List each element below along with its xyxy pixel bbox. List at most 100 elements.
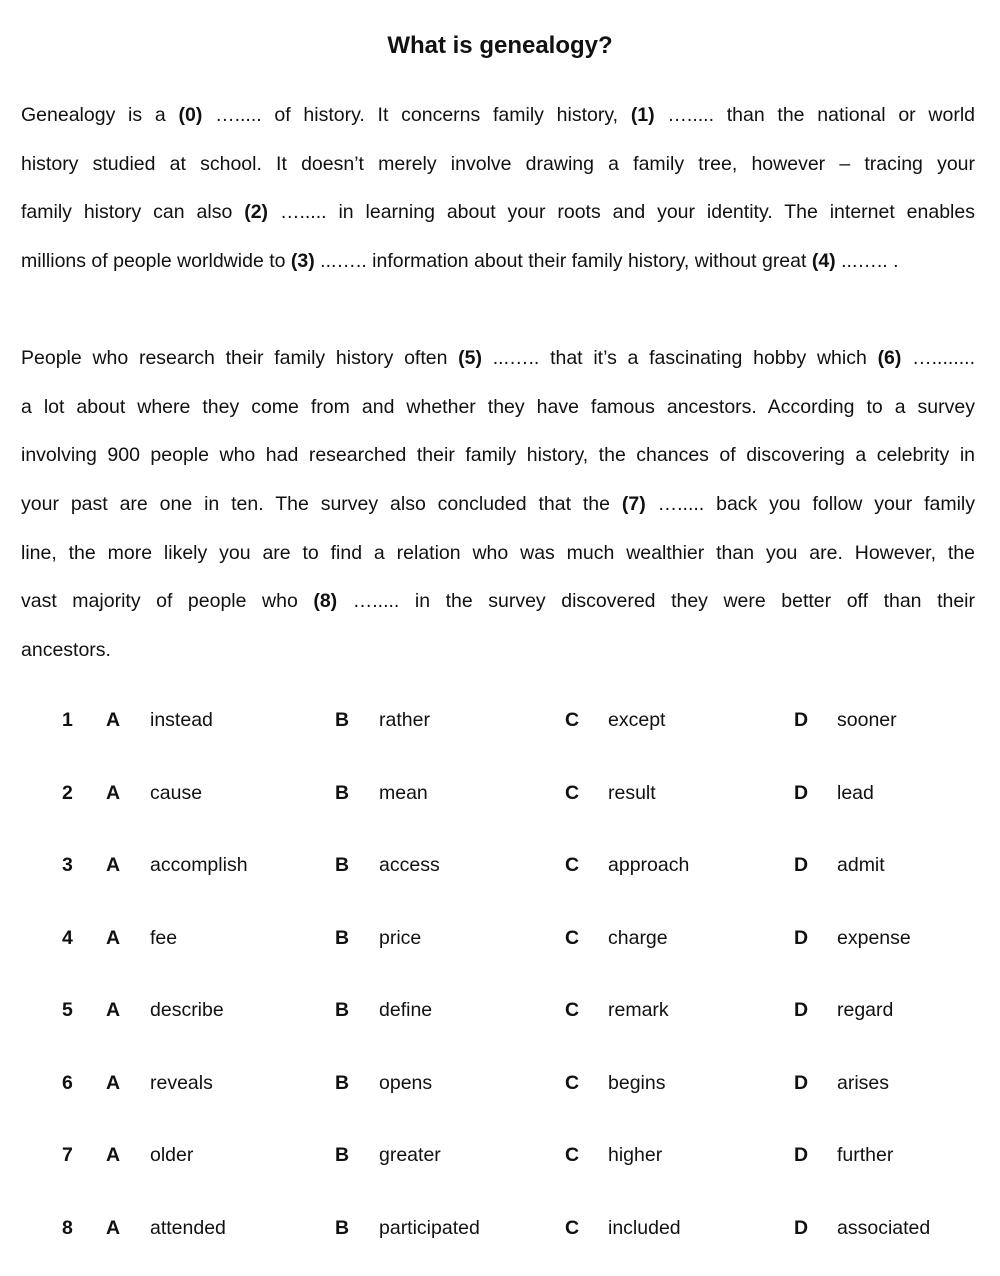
option-letter-b[interactable]: B	[335, 854, 349, 877]
option-a[interactable]: accomplish	[150, 854, 248, 877]
question-row: 5 Adescribe Bdefine Cremark Dregard	[0, 999, 1000, 1039]
text-segment: line, the more likely you are to find a …	[21, 541, 975, 564]
option-letter-b[interactable]: B	[335, 709, 349, 732]
text-segment: family history can also	[21, 201, 245, 224]
text-line: Genealogy is a (0) …..... of history. It…	[21, 91, 975, 140]
option-letter-a[interactable]: A	[106, 709, 120, 732]
option-b[interactable]: mean	[379, 782, 428, 805]
text-line: your past are one in ten. The survey als…	[21, 480, 975, 529]
text-segment: ...….. .	[835, 250, 899, 273]
option-a[interactable]: reveals	[150, 1072, 213, 1095]
text-line: family history can also (2) …..... in le…	[21, 188, 975, 237]
option-c[interactable]: except	[608, 709, 665, 732]
option-b[interactable]: participated	[379, 1217, 480, 1240]
option-letter-d[interactable]: D	[794, 709, 808, 732]
option-c[interactable]: included	[608, 1217, 681, 1240]
option-d[interactable]: admit	[837, 854, 885, 877]
question-number: 5	[62, 999, 73, 1021]
question-row: 1 Ainstead Brather Cexcept Dsooner	[0, 709, 1000, 749]
option-letter-b[interactable]: B	[335, 927, 349, 950]
text-segment: ...….. information about their family hi…	[314, 250, 812, 273]
option-letter-b[interactable]: B	[335, 1144, 349, 1167]
gap-number: (2)	[244, 201, 269, 224]
option-letter-c[interactable]: C	[565, 854, 579, 877]
paragraph-2: People who research their family history…	[21, 334, 975, 675]
option-letter-d[interactable]: D	[794, 782, 808, 805]
text-line: history studied at school. It doesn’t me…	[21, 140, 975, 189]
option-a[interactable]: attended	[150, 1217, 226, 1240]
text-segment: vast majority of people who	[21, 590, 314, 613]
option-b[interactable]: price	[379, 927, 421, 950]
option-d[interactable]: further	[837, 1144, 893, 1167]
option-letter-a[interactable]: A	[106, 999, 120, 1022]
text-segment: Genealogy is a	[21, 104, 179, 126]
option-letter-c[interactable]: C	[565, 782, 579, 805]
text-line: line, the more likely you are to find a …	[21, 529, 975, 578]
option-letter-a[interactable]: A	[106, 782, 120, 805]
text-segment: …..... in learning about your roots and …	[268, 201, 975, 224]
option-letter-d[interactable]: D	[794, 999, 808, 1022]
option-letter-a[interactable]: A	[106, 854, 120, 877]
gap-number: (6)	[877, 347, 902, 369]
option-letter-d[interactable]: D	[794, 1144, 808, 1167]
option-c[interactable]: begins	[608, 1072, 665, 1095]
option-letter-c[interactable]: C	[565, 709, 579, 732]
option-letter-b[interactable]: B	[335, 1217, 349, 1240]
option-d[interactable]: associated	[837, 1217, 930, 1240]
option-letter-d[interactable]: D	[794, 854, 808, 877]
text-segment: …..... back you follow your family	[645, 493, 976, 516]
option-b[interactable]: rather	[379, 709, 430, 732]
option-a[interactable]: describe	[150, 999, 224, 1022]
option-letter-c[interactable]: C	[565, 927, 579, 950]
text-segment: ancestors.	[21, 639, 111, 662]
option-letter-d[interactable]: D	[794, 1072, 808, 1095]
question-number: 3	[62, 854, 73, 876]
option-letter-b[interactable]: B	[335, 1072, 349, 1095]
text-segment: …..... of history. It concerns family hi…	[202, 104, 631, 126]
option-d[interactable]: sooner	[837, 709, 897, 732]
option-letter-a[interactable]: A	[106, 1072, 120, 1095]
option-d[interactable]: arises	[837, 1072, 889, 1095]
option-b[interactable]: define	[379, 999, 432, 1022]
option-letter-b[interactable]: B	[335, 782, 349, 805]
option-b[interactable]: greater	[379, 1144, 441, 1167]
question-number: 7	[62, 1144, 73, 1166]
option-c[interactable]: charge	[608, 927, 668, 950]
option-letter-c[interactable]: C	[565, 1144, 579, 1167]
question-number: 8	[62, 1217, 73, 1239]
gap-number: (0)	[178, 104, 203, 126]
question-row: 8 Aattended Bparticipated Cincluded Dassocia…	[0, 1217, 1000, 1257]
option-a[interactable]: older	[150, 1144, 193, 1167]
gap-number: (4)	[811, 250, 836, 273]
option-letter-d[interactable]: D	[794, 927, 808, 950]
option-letter-b[interactable]: B	[335, 999, 349, 1022]
option-letter-a[interactable]: A	[106, 1217, 120, 1240]
question-number: 1	[62, 709, 73, 731]
option-c[interactable]: remark	[608, 999, 669, 1022]
option-letter-c[interactable]: C	[565, 999, 579, 1022]
question-number: 6	[62, 1072, 73, 1094]
option-b[interactable]: opens	[379, 1072, 432, 1095]
text-segment: history studied at school. It doesn’t me…	[21, 152, 975, 175]
text-line: vast majority of people who (8) …..... i…	[21, 577, 975, 626]
option-letter-c[interactable]: C	[565, 1217, 579, 1240]
text-segment: People who research their family history…	[21, 347, 459, 369]
option-b[interactable]: access	[379, 854, 440, 877]
option-c[interactable]: approach	[608, 854, 689, 877]
option-d[interactable]: expense	[837, 927, 911, 950]
option-d[interactable]: lead	[837, 782, 874, 805]
text-line: People who research their family history…	[21, 334, 975, 383]
option-a[interactable]: fee	[150, 927, 177, 950]
option-letter-c[interactable]: C	[565, 1072, 579, 1095]
option-letter-a[interactable]: A	[106, 927, 120, 950]
option-a[interactable]: instead	[150, 709, 213, 732]
text-line: ancestors.	[21, 626, 975, 675]
option-c[interactable]: higher	[608, 1144, 662, 1167]
gap-number: (3)	[290, 250, 315, 273]
option-letter-d[interactable]: D	[794, 1217, 808, 1240]
option-letter-a[interactable]: A	[106, 1144, 120, 1167]
option-d[interactable]: regard	[837, 999, 893, 1022]
option-c[interactable]: result	[608, 782, 656, 805]
option-a[interactable]: cause	[150, 782, 202, 805]
text-segment: ...….. that it’s a fascinating hobby whi…	[482, 347, 878, 369]
